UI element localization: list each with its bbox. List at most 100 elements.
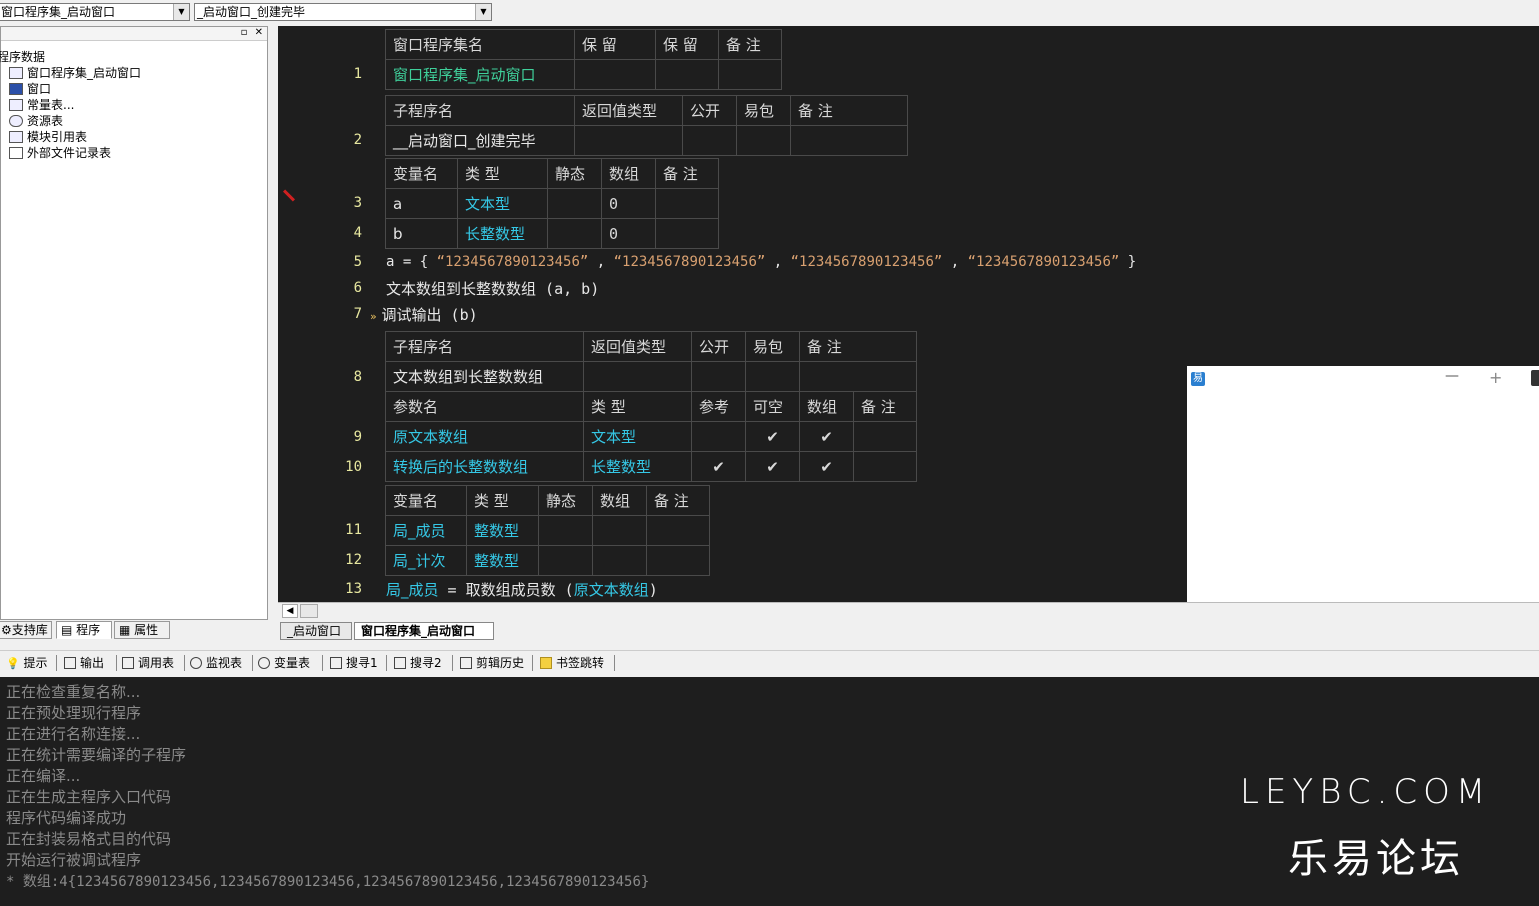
scroll-left-icon[interactable]: ◀ bbox=[282, 604, 298, 618]
tab-program[interactable]: ▤ 程序 bbox=[56, 621, 112, 639]
checkmark-icon[interactable]: ✔ bbox=[799, 421, 854, 452]
code-line-7[interactable]: » 调试输出 (b) bbox=[370, 304, 478, 325]
table-row[interactable]: 文本数组到长整数数组 bbox=[385, 361, 917, 392]
table-row[interactable]: a 文本型 0 bbox=[385, 188, 719, 219]
table-cell[interactable] bbox=[538, 545, 593, 576]
tab-properties[interactable]: ▦ 属性 bbox=[114, 621, 170, 639]
subroutine-params-table[interactable]: 子程序名 返回值类型 公开 易包 备 注 文本数组到长整数数组 参数名 类 型 … bbox=[385, 331, 917, 482]
table-cell[interactable]: a bbox=[385, 188, 458, 219]
table-cell[interactable]: 文本数组到长整数数组 bbox=[385, 361, 584, 392]
subroutine-select[interactable]: _启动窗口_创建完毕 ▼ bbox=[194, 3, 492, 21]
table-cell[interactable] bbox=[790, 125, 908, 156]
tree-item-resources[interactable]: 资源表 bbox=[9, 113, 63, 129]
tab-output[interactable]: 输出 bbox=[64, 654, 104, 672]
table-cell[interactable]: 整数型 bbox=[466, 515, 539, 546]
table-cell[interactable] bbox=[592, 515, 647, 546]
table-row[interactable]: b 长整数型 0 bbox=[385, 218, 719, 249]
table-cell[interactable] bbox=[592, 545, 647, 576]
minimize-button[interactable]: — bbox=[1445, 368, 1459, 384]
line-number: 1 bbox=[353, 66, 362, 82]
class-table[interactable]: 窗口程序集名 保 留 保 留 备 注 窗口程序集_启动窗口 bbox=[385, 29, 782, 90]
tab-watch[interactable]: 监视表 bbox=[190, 654, 242, 672]
table-cell[interactable]: 长整数型 bbox=[583, 451, 692, 482]
tab-search2[interactable]: 搜寻2 bbox=[394, 654, 442, 672]
table-cell[interactable] bbox=[718, 59, 782, 90]
table-cell[interactable] bbox=[691, 361, 746, 392]
table-cell[interactable] bbox=[736, 125, 791, 156]
code-line-13[interactable]: 局_成员 = 取数组成员数 (原文本数组) bbox=[386, 579, 658, 600]
code-line-6[interactable]: 文本数组到长整数数组 (a, b) bbox=[386, 278, 599, 299]
breakpoint-marker-icon[interactable] bbox=[282, 189, 296, 202]
subroutine-table[interactable]: 子程序名 返回值类型 公开 易包 备 注 __启动窗口_创建完毕 bbox=[385, 95, 908, 156]
checkmark-icon[interactable]: ✔ bbox=[745, 451, 800, 482]
table-row[interactable]: 窗口程序集_启动窗口 bbox=[385, 59, 782, 90]
table-cell[interactable] bbox=[853, 451, 917, 482]
code-line-5[interactable]: a = { “1234567890123456” , “123456789012… bbox=[386, 254, 1136, 270]
tab-call-stack[interactable]: 调用表 bbox=[122, 654, 174, 672]
table-cell[interactable] bbox=[547, 218, 602, 249]
checkmark-icon[interactable]: ✔ bbox=[745, 421, 800, 452]
table-cell[interactable]: 0 bbox=[601, 218, 656, 249]
table-cell[interactable]: 局_成员 bbox=[385, 515, 467, 546]
table-cell[interactable]: 文本型 bbox=[457, 188, 548, 219]
checkmark-icon[interactable] bbox=[691, 421, 746, 452]
table-cell[interactable] bbox=[655, 59, 719, 90]
checkmark-icon[interactable]: ✔ bbox=[799, 451, 854, 482]
table-cell[interactable] bbox=[655, 218, 719, 249]
table-cell[interactable] bbox=[745, 361, 800, 392]
table-cell[interactable] bbox=[799, 361, 917, 392]
tab-window-class[interactable]: 窗口程序集_启动窗口 bbox=[354, 622, 494, 640]
tree-item-external-files[interactable]: 外部文件记录表 bbox=[9, 145, 111, 161]
tab-variables[interactable]: 变量表 bbox=[258, 654, 310, 672]
tab-bookmarks[interactable]: 书签跳转 bbox=[540, 654, 604, 672]
table-cell[interactable]: 局_计次 bbox=[385, 545, 467, 576]
table-row[interactable]: 原文本数组 文本型 ✔ ✔ bbox=[385, 421, 917, 452]
tab-library[interactable]: ⚙支持库 bbox=[0, 621, 52, 639]
table-cell[interactable]: 整数型 bbox=[466, 545, 539, 576]
tab-clip-history[interactable]: 剪辑历史 bbox=[460, 654, 524, 672]
close-icon[interactable] bbox=[1531, 370, 1539, 386]
checkmark-icon[interactable]: ✔ bbox=[691, 451, 746, 482]
table-cell[interactable] bbox=[574, 59, 656, 90]
table-row[interactable]: __启动窗口_创建完毕 bbox=[385, 125, 908, 156]
table-cell[interactable] bbox=[853, 421, 917, 452]
chevron-down-icon[interactable]: ▼ bbox=[475, 4, 491, 20]
table-cell[interactable]: 长整数型 bbox=[457, 218, 548, 249]
table-cell[interactable]: 窗口程序集_启动窗口 bbox=[385, 59, 575, 90]
table-cell[interactable] bbox=[538, 515, 593, 546]
table-cell[interactable]: 转换后的长整数数组 bbox=[385, 451, 584, 482]
debug-window[interactable]: 易 — + bbox=[1187, 366, 1539, 602]
tree-item-constants[interactable]: 常量表... bbox=[9, 97, 74, 113]
pin-icon[interactable]: ▫ bbox=[241, 27, 248, 38]
close-icon[interactable]: ✕ bbox=[255, 27, 263, 38]
variable-table[interactable]: 变量名 类 型 静态 数组 备 注 局_成员 整数型 局_计次 整数型 bbox=[385, 485, 710, 576]
table-cell[interactable]: 0 bbox=[601, 188, 656, 219]
tab-search1[interactable]: 搜寻1 bbox=[330, 654, 378, 672]
table-row[interactable]: 局_成员 整数型 bbox=[385, 515, 710, 546]
tab-startup-window[interactable]: _启动窗口 bbox=[280, 622, 352, 640]
class-select[interactable]: 窗口程序集_启动窗口 ▼ bbox=[0, 3, 190, 21]
table-cell[interactable]: b bbox=[385, 218, 458, 249]
table-row[interactable]: 局_计次 整数型 bbox=[385, 545, 710, 576]
table-cell[interactable] bbox=[682, 125, 737, 156]
horizontal-scrollbar[interactable]: ◀ bbox=[278, 602, 1539, 619]
table-cell[interactable] bbox=[583, 361, 692, 392]
tree-item-class[interactable]: 窗口程序集_启动窗口 bbox=[9, 65, 141, 81]
table-cell[interactable] bbox=[574, 125, 683, 156]
tree-item-window[interactable]: 窗口 bbox=[9, 81, 51, 97]
table-row[interactable]: 转换后的长整数数组 长整数型 ✔ ✔ ✔ bbox=[385, 451, 917, 482]
tree-root[interactable]: 程序数据 bbox=[0, 49, 45, 65]
table-cell[interactable]: __启动窗口_创建完毕 bbox=[385, 125, 575, 156]
table-cell[interactable] bbox=[655, 188, 719, 219]
table-cell[interactable] bbox=[646, 545, 710, 576]
tree-item-modules[interactable]: 模块引用表 bbox=[9, 129, 87, 145]
table-cell[interactable] bbox=[547, 188, 602, 219]
tab-hints[interactable]: 💡 提示 bbox=[6, 654, 48, 673]
maximize-button[interactable]: + bbox=[1489, 368, 1502, 387]
table-cell[interactable]: 原文本数组 bbox=[385, 421, 584, 452]
chevron-down-icon[interactable]: ▼ bbox=[173, 4, 189, 20]
table-cell[interactable] bbox=[646, 515, 710, 546]
variable-table[interactable]: 变量名 类 型 静态 数组 备 注 a 文本型 0 b 长整数型 0 bbox=[385, 158, 719, 249]
table-cell[interactable]: 文本型 bbox=[583, 421, 692, 452]
scroll-thumb[interactable] bbox=[300, 604, 318, 618]
